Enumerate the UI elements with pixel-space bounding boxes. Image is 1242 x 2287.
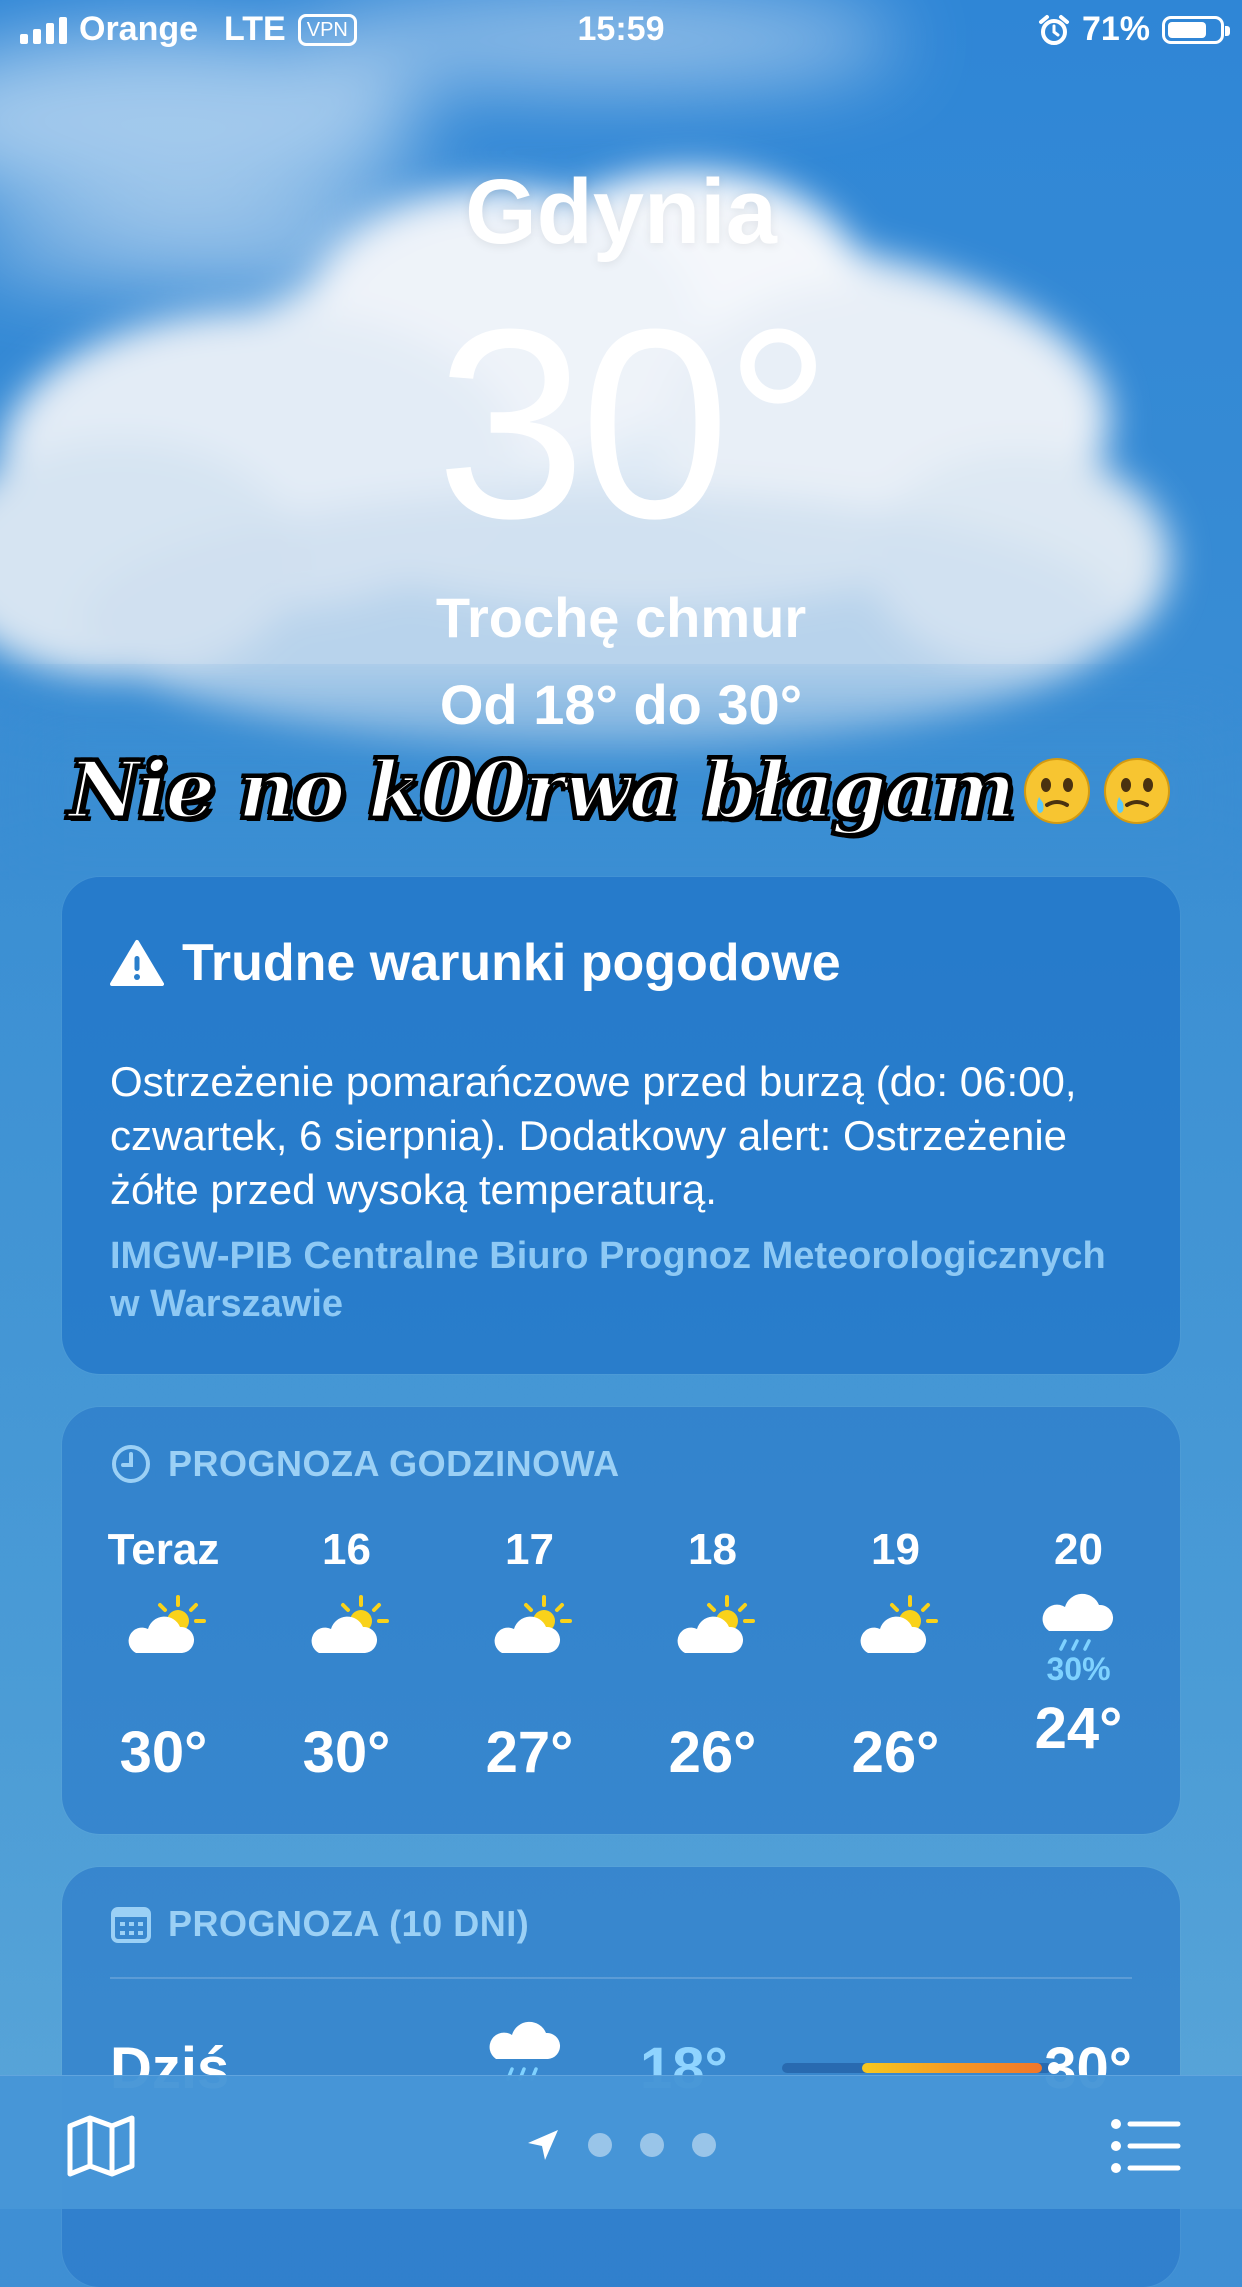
hour-temp: 27°: [485, 1720, 574, 1785]
hour-label: 18: [688, 1525, 737, 1574]
hour-item[interactable]: 17 27°: [438, 1525, 621, 1786]
clock-icon: [112, 1445, 150, 1483]
battery-icon: [1162, 15, 1230, 44]
page-dot[interactable]: [692, 2133, 716, 2157]
alert-source-link[interactable]: IMGW-PIB Centralne Biuro Prognoz Meteoro…: [110, 1232, 1110, 1328]
meme-caption: Nie no k00rwa błagam: [0, 744, 1242, 838]
hour-label: Teraz: [107, 1525, 220, 1574]
city-name: Gdynia: [465, 161, 777, 263]
precip-label: [255, 1657, 438, 1681]
hour-temp: 26°: [851, 1720, 940, 1785]
partly-sunny-icon: [128, 1595, 206, 1653]
meme-caption-text: Nie no k00rwa błagam: [67, 744, 1017, 838]
divider: [110, 1977, 1132, 1979]
bottom-toolbar: [0, 2075, 1242, 2209]
status-right: 71%: [1038, 10, 1230, 49]
hourly-header: PROGNOZA GODZINOWA: [110, 1443, 620, 1485]
hourly-header-label: PROGNOZA GODZINOWA: [168, 1443, 620, 1484]
calendar-icon: [111, 1907, 151, 1943]
hourly-list: Teraz 30° 16 30° 17 27° 18 26° 19 26° 20…: [72, 1525, 1170, 1786]
battery-percent: 71%: [1081, 10, 1150, 48]
weather-alert-card[interactable]: Trudne warunki pogodowe Ostrzeżenie poma…: [62, 877, 1180, 1374]
partly-sunny-icon: [311, 1595, 389, 1653]
hour-label: 19: [871, 1525, 920, 1574]
hour-temp: 24°: [1034, 1696, 1123, 1761]
hour-label: 17: [505, 1525, 554, 1574]
partly-sunny-icon: [860, 1595, 938, 1653]
location-arrow-icon[interactable]: [526, 2128, 560, 2162]
current-temperature: 30°: [435, 274, 832, 575]
daily-header-label: PROGNOZA (10 DNI): [168, 1903, 530, 1944]
hour-temp: 30°: [302, 1720, 391, 1785]
hourly-forecast-card[interactable]: PROGNOZA GODZINOWA Teraz 30° 16 30° 17 2…: [62, 1407, 1180, 1834]
hour-temp: 26°: [668, 1720, 757, 1785]
temperature-range: Od 18° do 30°: [439, 673, 803, 736]
list-icon[interactable]: [1110, 2118, 1182, 2174]
precip-label: [804, 1657, 987, 1681]
alert-body: Ostrzeżenie pomarańczowe przed burzą (do…: [110, 1058, 1077, 1213]
warning-icon: [110, 940, 164, 986]
alarm-icon: [1038, 14, 1069, 45]
alert-header: Trudne warunki pogodowe: [110, 933, 841, 993]
page-indicator[interactable]: [0, 2128, 1242, 2162]
face-holding-back-tears-emoji: [1024, 758, 1091, 824]
hour-item[interactable]: 20 30% 24°: [987, 1525, 1170, 1786]
partly-sunny-icon: [677, 1595, 755, 1653]
precip-label: [621, 1657, 804, 1681]
hour-temp: 30°: [119, 1720, 208, 1785]
hour-item[interactable]: 16 30°: [255, 1525, 438, 1786]
precip-label: 30%: [1046, 1651, 1111, 1687]
precip-label: [72, 1657, 255, 1681]
hour-item[interactable]: Teraz 30°: [72, 1525, 255, 1786]
hour-label: 16: [322, 1525, 371, 1574]
partly-sunny-icon: [494, 1595, 572, 1653]
precip-label: [438, 1657, 621, 1681]
alert-title: Trudne warunki pogodowe: [182, 934, 841, 992]
condition-text: Trochę chmur: [435, 586, 807, 649]
hour-item[interactable]: 18 26°: [621, 1525, 804, 1786]
page-dot[interactable]: [640, 2133, 664, 2157]
hour-item[interactable]: 19 26°: [804, 1525, 987, 1786]
face-holding-back-tears-emoji: [1104, 758, 1171, 824]
temp-range-bar: [782, 2062, 1060, 2074]
page-dot[interactable]: [588, 2133, 612, 2157]
hour-label: 20: [1054, 1525, 1103, 1574]
status-bar: Orange LTE VPN 15:59 71%: [0, 0, 1242, 62]
daily-header: PROGNOZA (10 DNI): [110, 1903, 529, 1945]
